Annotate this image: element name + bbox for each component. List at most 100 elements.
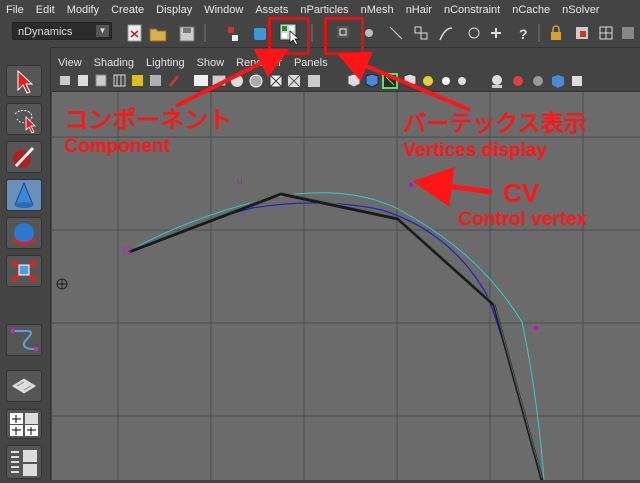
layout-grid-icon xyxy=(10,413,38,436)
light-icon[interactable] xyxy=(423,76,433,86)
panel-menu-view[interactable]: View xyxy=(52,57,88,69)
highlight-selected-icon[interactable] xyxy=(382,73,398,89)
pencil-icon[interactable] xyxy=(168,75,180,87)
light-2-icon[interactable] xyxy=(442,77,450,85)
cv-point[interactable] xyxy=(408,182,414,188)
control-hull-highlight xyxy=(128,191,543,479)
camera-icon[interactable] xyxy=(60,76,70,85)
scale-icon xyxy=(10,259,38,283)
grid-component-icon[interactable] xyxy=(414,26,428,40)
menu-assets[interactable]: Assets xyxy=(249,4,294,16)
plane-tool-button[interactable] xyxy=(6,370,42,402)
panel-toolbar xyxy=(52,71,640,92)
panel-menu-lighting[interactable]: Lighting xyxy=(140,57,191,69)
pivot-display-icon[interactable] xyxy=(468,27,480,39)
lasso-tool-button[interactable] xyxy=(6,103,42,135)
lock-icon[interactable] xyxy=(551,25,561,40)
move-tool-button[interactable] xyxy=(6,179,42,211)
menu-nparticles[interactable]: nParticles xyxy=(294,4,354,16)
ui-toggle-icon[interactable] xyxy=(572,76,582,86)
curve-display-icon[interactable] xyxy=(439,27,453,41)
panel-menu-bar: View Shading Lighting Show Renderer Pane… xyxy=(52,54,640,71)
snap-curve-icon[interactable] xyxy=(622,27,634,39)
lasso-icon xyxy=(14,109,36,134)
scale-tool-button[interactable] xyxy=(6,255,42,287)
xray-joint-icon[interactable] xyxy=(287,74,301,88)
menu-create[interactable]: Create xyxy=(105,4,150,16)
depth-icon[interactable] xyxy=(552,75,564,88)
control-hull[interactable] xyxy=(128,192,544,480)
component-label-jp: コンポーネント xyxy=(64,106,232,134)
status-line-icons: ? xyxy=(127,23,634,46)
grid-toggle-icon[interactable] xyxy=(113,74,126,87)
component-label-en: Component xyxy=(64,136,170,157)
cube-icon[interactable] xyxy=(347,73,361,88)
menu-ncache[interactable]: nCache xyxy=(506,4,556,16)
film-gate-icon[interactable] xyxy=(132,75,143,86)
menu-edit[interactable]: Edit xyxy=(30,4,61,16)
panel-menu-shading[interactable]: Shading xyxy=(88,57,140,69)
texture-icon[interactable] xyxy=(365,73,379,88)
cv-label: CV xyxy=(503,178,540,208)
line-display-icon[interactable] xyxy=(389,26,403,40)
rotate-tool-button[interactable] xyxy=(6,217,42,249)
question-icon[interactable]: ? xyxy=(519,26,528,42)
layout-list-button[interactable] xyxy=(6,445,42,479)
edge-display-icon[interactable] xyxy=(365,29,373,37)
sphere-shade-icon[interactable] xyxy=(231,75,243,87)
new-scene-icon[interactable] xyxy=(127,24,142,42)
select-tool-button[interactable] xyxy=(6,65,42,97)
menu-nsolver[interactable]: nSolver xyxy=(556,4,605,16)
snap-grid-icon[interactable] xyxy=(599,26,613,40)
open-scene-icon[interactable] xyxy=(149,28,167,42)
menu-nhair[interactable]: nHair xyxy=(400,4,438,16)
plane-icon xyxy=(10,377,38,395)
menu-file[interactable]: File xyxy=(0,4,30,16)
rotate-icon xyxy=(12,223,36,245)
motion-blur-icon[interactable] xyxy=(513,76,523,86)
object-mode-icon[interactable] xyxy=(254,28,266,40)
panel-menu-renderer[interactable]: Renderer xyxy=(230,57,288,69)
curve-tool-icon xyxy=(11,329,38,351)
hierarchy-mode-icon[interactable] xyxy=(228,27,238,41)
curve-tool-button[interactable] xyxy=(6,324,42,356)
curve-u-label: u xyxy=(237,176,243,187)
panel-toolbar-icons xyxy=(60,73,582,89)
menu-nmesh[interactable]: nMesh xyxy=(355,4,400,16)
isolate-icon[interactable] xyxy=(308,75,320,87)
menu-modify[interactable]: Modify xyxy=(61,4,105,16)
wire-on-shaded-icon[interactable] xyxy=(249,74,263,88)
pivot-marker-icon xyxy=(56,278,68,290)
handle-display-icon[interactable] xyxy=(491,28,501,38)
menu-display[interactable]: Display xyxy=(150,4,198,16)
vertex-highlight-box xyxy=(324,17,364,55)
xray-icon[interactable] xyxy=(269,74,283,88)
cv-label-en: Control vertex xyxy=(458,209,587,230)
menu-nconstraint[interactable]: nConstraint xyxy=(438,4,506,16)
bookmark-icon[interactable] xyxy=(78,75,88,86)
smooth-shade-icon[interactable] xyxy=(211,74,227,87)
cube-light-icon[interactable] xyxy=(403,73,417,88)
toolbox xyxy=(0,47,51,480)
resolution-gate-icon[interactable] xyxy=(150,75,161,86)
wireframe-shaded-icon[interactable] xyxy=(194,75,208,86)
layout-single-button[interactable] xyxy=(6,409,42,439)
menu-window[interactable]: Window xyxy=(198,4,249,16)
status-line: nDynamics ▼ ? xyxy=(0,19,640,48)
nurbs-curve[interactable] xyxy=(129,202,543,480)
anti-alias-icon[interactable] xyxy=(533,76,543,86)
cv-point[interactable] xyxy=(533,325,539,331)
save-scene-icon[interactable] xyxy=(179,26,195,42)
ambient-occlusion-icon[interactable] xyxy=(492,75,502,88)
paint-select-tool-button[interactable] xyxy=(6,141,42,173)
shadow-icon[interactable] xyxy=(458,77,466,85)
select-arrow-icon xyxy=(17,69,34,94)
main-menu-bar: File Edit Modify Create Display Window A… xyxy=(0,0,640,20)
image-plane-icon[interactable] xyxy=(95,74,107,87)
select-by-name-icon[interactable] xyxy=(576,27,588,39)
panel-menu-show[interactable]: Show xyxy=(191,57,231,69)
panel-menu-panels[interactable]: Panels xyxy=(288,57,334,69)
curve-edit-points-line xyxy=(129,192,545,480)
paint-select-icon xyxy=(13,146,35,168)
move-icon xyxy=(14,181,34,208)
